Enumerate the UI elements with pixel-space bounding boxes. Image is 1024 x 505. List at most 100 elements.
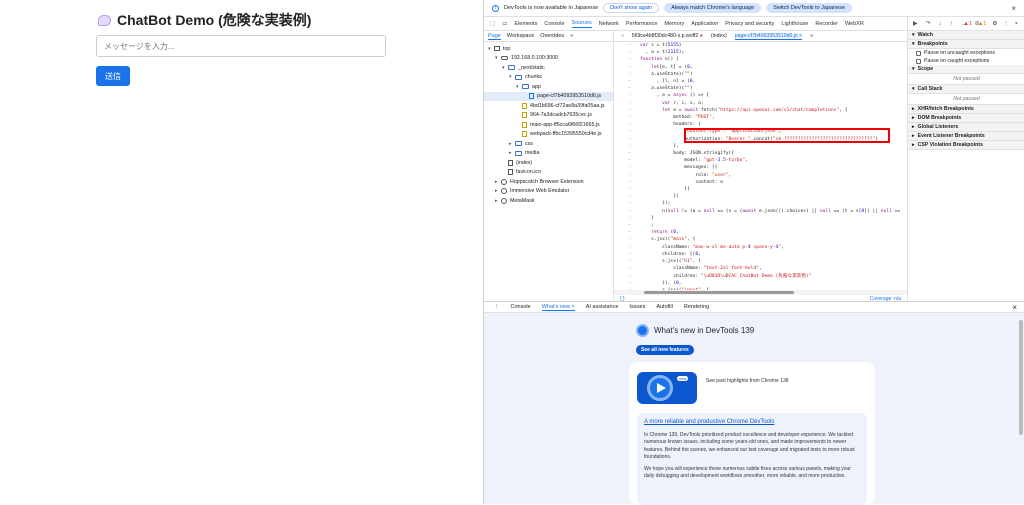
code-lines[interactable]: var s = t(5155) , a = t(2115); function n… bbox=[640, 42, 905, 290]
expand-arrow-icon[interactable]: ▾ bbox=[912, 66, 915, 72]
switch-to-japanese-button[interactable]: Switch DevTools to Japanese bbox=[766, 3, 853, 13]
tree-item[interactable]: ▸ css bbox=[484, 139, 613, 149]
tab-sources[interactable]: Sources bbox=[571, 20, 592, 28]
nav-tab-workspace[interactable]: Workspace bbox=[507, 33, 534, 39]
tree-item[interactable]: ▸ Immersive Web Emulator bbox=[484, 187, 613, 197]
section-header-csp-violation-breakpoints[interactable]: ▸ CSP Violation Breakpoints bbox=[908, 141, 1024, 150]
tab-lighthouse[interactable]: Lighthouse bbox=[781, 21, 808, 27]
more-files-icon[interactable]: » bbox=[810, 33, 813, 39]
drawer-scrollbar[interactable] bbox=[1019, 320, 1023, 435]
tab-privacy-and-security[interactable]: Privacy and security bbox=[725, 21, 774, 27]
dont-show-again-button[interactable]: Don't show again bbox=[603, 3, 660, 13]
expand-arrow-icon[interactable]: ▾ bbox=[912, 41, 915, 47]
deactivate-breakpoints-icon[interactable]: ⊘ bbox=[975, 20, 980, 27]
tab-performance[interactable]: Performance bbox=[626, 21, 658, 27]
line-marker: – bbox=[628, 71, 631, 77]
debugger-sections: ▾ Watch ▾ Breakpoints Pause on uncaught exce… bbox=[908, 31, 1024, 150]
close-tab-icon[interactable]: × bbox=[570, 304, 574, 310]
tree-item[interactable]: ▸ media bbox=[484, 149, 613, 159]
message-input[interactable]: メッセージを入力... bbox=[96, 35, 386, 57]
tree-item[interactable]: 964-7a3dcadcb7635cec.js bbox=[484, 111, 613, 121]
drawer-tab-what-s-new[interactable]: What's new × bbox=[541, 304, 575, 311]
close-icon[interactable]: × bbox=[1011, 4, 1016, 13]
file-tab[interactable]: 569ce4b8f30dc480-s.p.woff2 ● bbox=[632, 33, 703, 39]
drawer-menu-icon[interactable]: ⋮ bbox=[494, 304, 500, 310]
section-header-event-listener-breakpoints[interactable]: ▸ Event Listener Breakpoints bbox=[908, 132, 1024, 141]
expand-arrow-icon[interactable]: ▸ bbox=[912, 115, 915, 121]
nav-tab-overrides[interactable]: Overrides bbox=[540, 33, 564, 39]
section-header-watch[interactable]: ▾ Watch bbox=[908, 31, 1024, 40]
section-header-breakpoints[interactable]: ▾ Breakpoints bbox=[908, 40, 1024, 49]
tree-item[interactable]: ▾ top bbox=[484, 44, 613, 54]
drawer-tab-console[interactable]: Console bbox=[511, 304, 531, 310]
tree-item[interactable]: ▾ 192.168.0.100:3000 bbox=[484, 54, 613, 64]
tab-elements[interactable]: Elements bbox=[514, 21, 537, 27]
step-over-icon[interactable]: ↷ bbox=[926, 20, 931, 27]
tab-webxr[interactable]: WebXR bbox=[845, 21, 864, 27]
more-tabs-icon[interactable]: » bbox=[570, 33, 573, 39]
tree-item[interactable]: webpack-ffbc15395550cd4e.js bbox=[484, 130, 613, 140]
tree-item[interactable]: ▾ app bbox=[484, 82, 613, 92]
device-toggle-icon[interactable]: ▭ bbox=[502, 21, 507, 27]
scroll-thumb[interactable] bbox=[644, 291, 794, 294]
expand-arrow-icon[interactable]: ▸ bbox=[912, 106, 915, 112]
highlights-video-thumbnail[interactable]: new bbox=[637, 372, 697, 404]
video-caption[interactable]: See past highlights from Chrome 138 bbox=[706, 378, 789, 384]
tab-memory[interactable]: Memory bbox=[664, 21, 684, 27]
section-header-call-stack[interactable]: ▾ Call Stack bbox=[908, 85, 1024, 94]
close-tab-icon[interactable]: × bbox=[798, 33, 802, 39]
inspect-icon[interactable]: ⬚ bbox=[490, 21, 495, 27]
tab-application[interactable]: Application bbox=[691, 21, 718, 27]
tree-item[interactable]: ▸ MetaMask bbox=[484, 196, 613, 206]
always-match-language-button[interactable]: Always match Chrome's language bbox=[664, 3, 762, 13]
checkbox[interactable] bbox=[916, 50, 921, 56]
resume-icon[interactable]: ▶ bbox=[913, 20, 918, 27]
expand-arrow-icon[interactable]: ▾ bbox=[912, 86, 915, 92]
debugger-section: ▾ Watch bbox=[908, 31, 1024, 40]
step-out-icon[interactable]: ↑ bbox=[950, 21, 953, 27]
feature-paragraph: In Chrome 139, DevTools prioritized prod… bbox=[644, 432, 855, 460]
step-into-icon[interactable]: ↓ bbox=[939, 21, 942, 27]
checkbox-row[interactable]: Pause on uncaught exceptions bbox=[908, 49, 1024, 57]
expand-arrow-icon[interactable]: ▸ bbox=[912, 124, 915, 130]
drawer-tab-rendering[interactable]: Rendering bbox=[684, 304, 709, 310]
feature-title-link[interactable]: A more reliable and productive Chrome De… bbox=[644, 419, 860, 426]
drawer-tab-issues[interactable]: Issues bbox=[629, 304, 645, 310]
tree-item[interactable]: main-app-ff5cca6f66f21665.js bbox=[484, 120, 613, 130]
notice-text: DevTools is now available in Japanese bbox=[504, 5, 599, 11]
tab-network[interactable]: Network bbox=[599, 21, 619, 27]
expand-arrow-icon[interactable]: ▸ bbox=[912, 133, 915, 139]
tree-item[interactable]: 4bd1b696-cf72ae8a39fa05aa.js bbox=[484, 101, 613, 111]
code-view[interactable]: ––––––––––––––––––––––––––––––––––– var … bbox=[614, 42, 907, 290]
drawer-tab-autofill[interactable]: Autofill bbox=[656, 304, 673, 310]
file-tab[interactable]: page-cf7b4093953510d6.js × bbox=[734, 32, 803, 40]
see-all-features-button[interactable]: See all new features bbox=[636, 345, 694, 355]
nav-tab-page[interactable]: Page bbox=[488, 33, 501, 40]
tree-item[interactable]: ▾ _next/static bbox=[484, 63, 613, 73]
tree-item[interactable]: ▾ chunks bbox=[484, 73, 613, 83]
section-header-dom-breakpoints[interactable]: ▸ DOM Breakpoints bbox=[908, 114, 1024, 123]
section-header-xhr-fetch-breakpoints[interactable]: ▸ XHR/fetch Breakpoints bbox=[908, 105, 1024, 114]
checkbox-row[interactable]: Pause on caught exceptions bbox=[908, 57, 1024, 65]
send-button[interactable]: 送信 bbox=[96, 66, 130, 86]
tree-item[interactable]: favicon.ico bbox=[484, 168, 613, 178]
tab-recorder[interactable]: Recorder bbox=[815, 21, 838, 27]
tree-item[interactable]: (index) bbox=[484, 158, 613, 168]
file-tab[interactable]: (index) bbox=[711, 33, 727, 39]
tree-item[interactable]: page-cf7b4093953510d6.js bbox=[484, 91, 613, 101]
expand-arrow-icon[interactable]: ▸ bbox=[912, 142, 915, 148]
tree-item[interactable]: ▸ Hoppscotch Browser Extension bbox=[484, 177, 613, 187]
close-drawer-icon[interactable]: × bbox=[1012, 303, 1017, 312]
tab-console[interactable]: Console bbox=[544, 21, 564, 27]
checkbox[interactable] bbox=[916, 58, 921, 64]
drawer-tab-ai-assistance[interactable]: AI assistance bbox=[586, 304, 619, 310]
line-marker: – bbox=[628, 86, 631, 92]
tree-item-label: favicon.ico bbox=[516, 169, 542, 176]
step-icon[interactable]: → bbox=[961, 21, 967, 27]
section-header-scope[interactable]: ▾ Scope bbox=[908, 65, 1024, 74]
file-icon bbox=[508, 169, 513, 176]
expand-arrow-icon[interactable]: ▾ bbox=[912, 32, 915, 38]
line-marker: – bbox=[628, 50, 631, 56]
section-header-global-listeners[interactable]: ▸ Global Listeners bbox=[908, 123, 1024, 132]
file-tab-scroll-left-icon[interactable]: ‹ bbox=[622, 33, 624, 39]
